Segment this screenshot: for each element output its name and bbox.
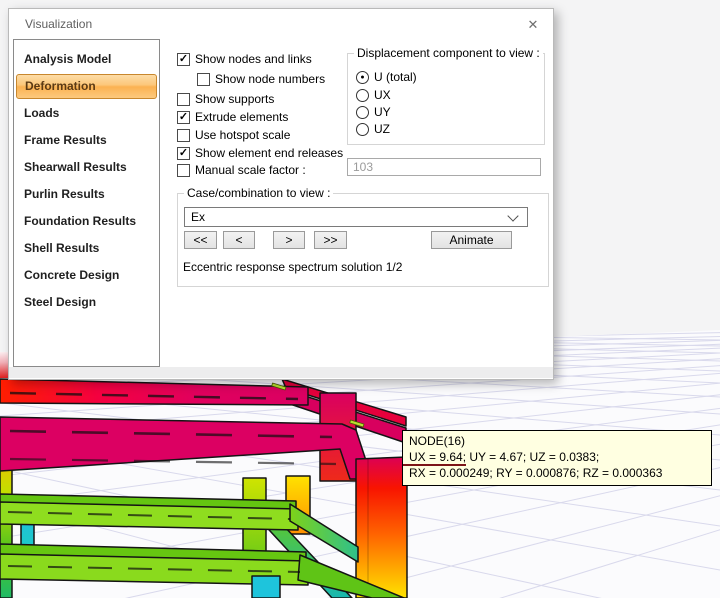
tooltip-node-id: NODE(16) (409, 433, 705, 449)
checkbox-label: Show element end releases (195, 146, 343, 160)
radio-label: UX (374, 88, 391, 102)
dialog-bottom-strip (9, 367, 553, 378)
checkbox-use-hotspot-scale[interactable]: Use hotspot scale (177, 127, 290, 143)
previous-case-button[interactable]: < (223, 231, 255, 249)
first-case-button[interactable]: << (184, 231, 217, 249)
displacement-component-group: Displacement component to view : ● U (to… (347, 53, 545, 145)
sidebar-item-concrete-design[interactable]: Concrete Design (14, 262, 159, 289)
sidebar-item-loads[interactable]: Loads (14, 100, 159, 127)
dialog-title: Visualization (25, 17, 92, 31)
checkbox-box[interactable]: ✓ (177, 147, 190, 160)
checkbox-label: Show node numbers (215, 72, 325, 86)
radio-circle[interactable] (356, 123, 369, 136)
tooltip-uy-uz: UY = 4.67; UZ = 0.0383; (466, 450, 599, 464)
checkbox-label: Manual scale factor : (195, 163, 306, 177)
application-window: NODE(16) UX = 9.64; UY = 4.67; UZ = 0.03… (0, 0, 720, 598)
checkbox-extrude-elements[interactable]: ✓ Extrude elements (177, 109, 288, 125)
case-group-label: Case/combination to view : (184, 186, 333, 200)
radio-label: UZ (374, 122, 390, 136)
tooltip-translations: UX = 9.64; UY = 4.67; UZ = 0.0383; (409, 449, 705, 465)
checkbox-show-nodes-and-links[interactable]: ✓ Show nodes and links (177, 51, 312, 67)
radio-uy[interactable]: UY (356, 104, 391, 120)
checkbox-show-node-numbers[interactable]: Show node numbers (197, 71, 325, 87)
sidebar-item-steel-design[interactable]: Steel Design (14, 289, 159, 316)
checkbox-label: Show supports (195, 92, 274, 106)
radio-uz[interactable]: UZ (356, 121, 390, 137)
visualization-dialog: Visualization ✕ Analysis Model Deformati… (8, 8, 554, 380)
dropdown-selected-value: Ex (185, 210, 509, 224)
checkbox-box[interactable]: ✓ (177, 53, 190, 66)
checkbox-label: Show nodes and links (195, 52, 312, 66)
checkbox-box[interactable]: ✓ (177, 111, 190, 124)
animate-button[interactable]: Animate (431, 231, 512, 249)
tooltip-rotations: RX = 0.000249; RY = 0.000876; RZ = 0.000… (409, 465, 705, 481)
radio-label: UY (374, 105, 391, 119)
last-case-button[interactable]: >> (314, 231, 347, 249)
tooltip-ux-underlined: UX = 9.64; (403, 450, 466, 466)
sidebar-item-foundation-results[interactable]: Foundation Results (14, 208, 159, 235)
displacement-group-label: Displacement component to view : (354, 46, 543, 60)
radio-u-total[interactable]: ● U (total) (356, 69, 417, 85)
checkbox-show-element-end-releases[interactable]: ✓ Show element end releases (177, 145, 343, 161)
case-combination-dropdown[interactable]: Ex (184, 207, 528, 227)
radio-ux[interactable]: UX (356, 87, 391, 103)
sidebar-item-shell-results[interactable]: Shell Results (14, 235, 159, 262)
next-case-button[interactable]: > (273, 231, 305, 249)
checkbox-box[interactable] (177, 93, 190, 106)
radio-label: U (total) (374, 70, 417, 84)
checkbox-box[interactable] (197, 73, 210, 86)
sidebar-item-frame-results[interactable]: Frame Results (14, 127, 159, 154)
radio-circle[interactable] (356, 106, 369, 119)
category-listbox: Analysis Model Deformation Loads Frame R… (13, 39, 160, 367)
sidebar-item-purlin-results[interactable]: Purlin Results (14, 181, 159, 208)
checkbox-label: Extrude elements (195, 110, 288, 124)
checkbox-show-supports[interactable]: Show supports (177, 91, 274, 107)
radio-circle[interactable] (356, 89, 369, 102)
sidebar-item-shearwall-results[interactable]: Shearwall Results (14, 154, 159, 181)
close-icon[interactable]: ✕ (523, 15, 543, 35)
checkbox-label: Use hotspot scale (195, 128, 290, 142)
checkbox-box[interactable] (177, 129, 190, 142)
case-description-text: Eccentric response spectrum solution 1/2 (183, 260, 402, 274)
checkbox-manual-scale-factor[interactable]: Manual scale factor : (177, 162, 306, 178)
checkbox-box[interactable] (177, 164, 190, 177)
sidebar-item-deformation[interactable]: Deformation (16, 74, 157, 99)
manual-scale-factor-input[interactable]: 103 (347, 158, 541, 176)
radio-circle[interactable]: ● (356, 71, 369, 84)
node-result-tooltip: NODE(16) UX = 9.64; UY = 4.67; UZ = 0.03… (402, 430, 712, 486)
chevron-down-icon (507, 210, 518, 221)
sidebar-item-analysis-model[interactable]: Analysis Model (14, 46, 159, 73)
